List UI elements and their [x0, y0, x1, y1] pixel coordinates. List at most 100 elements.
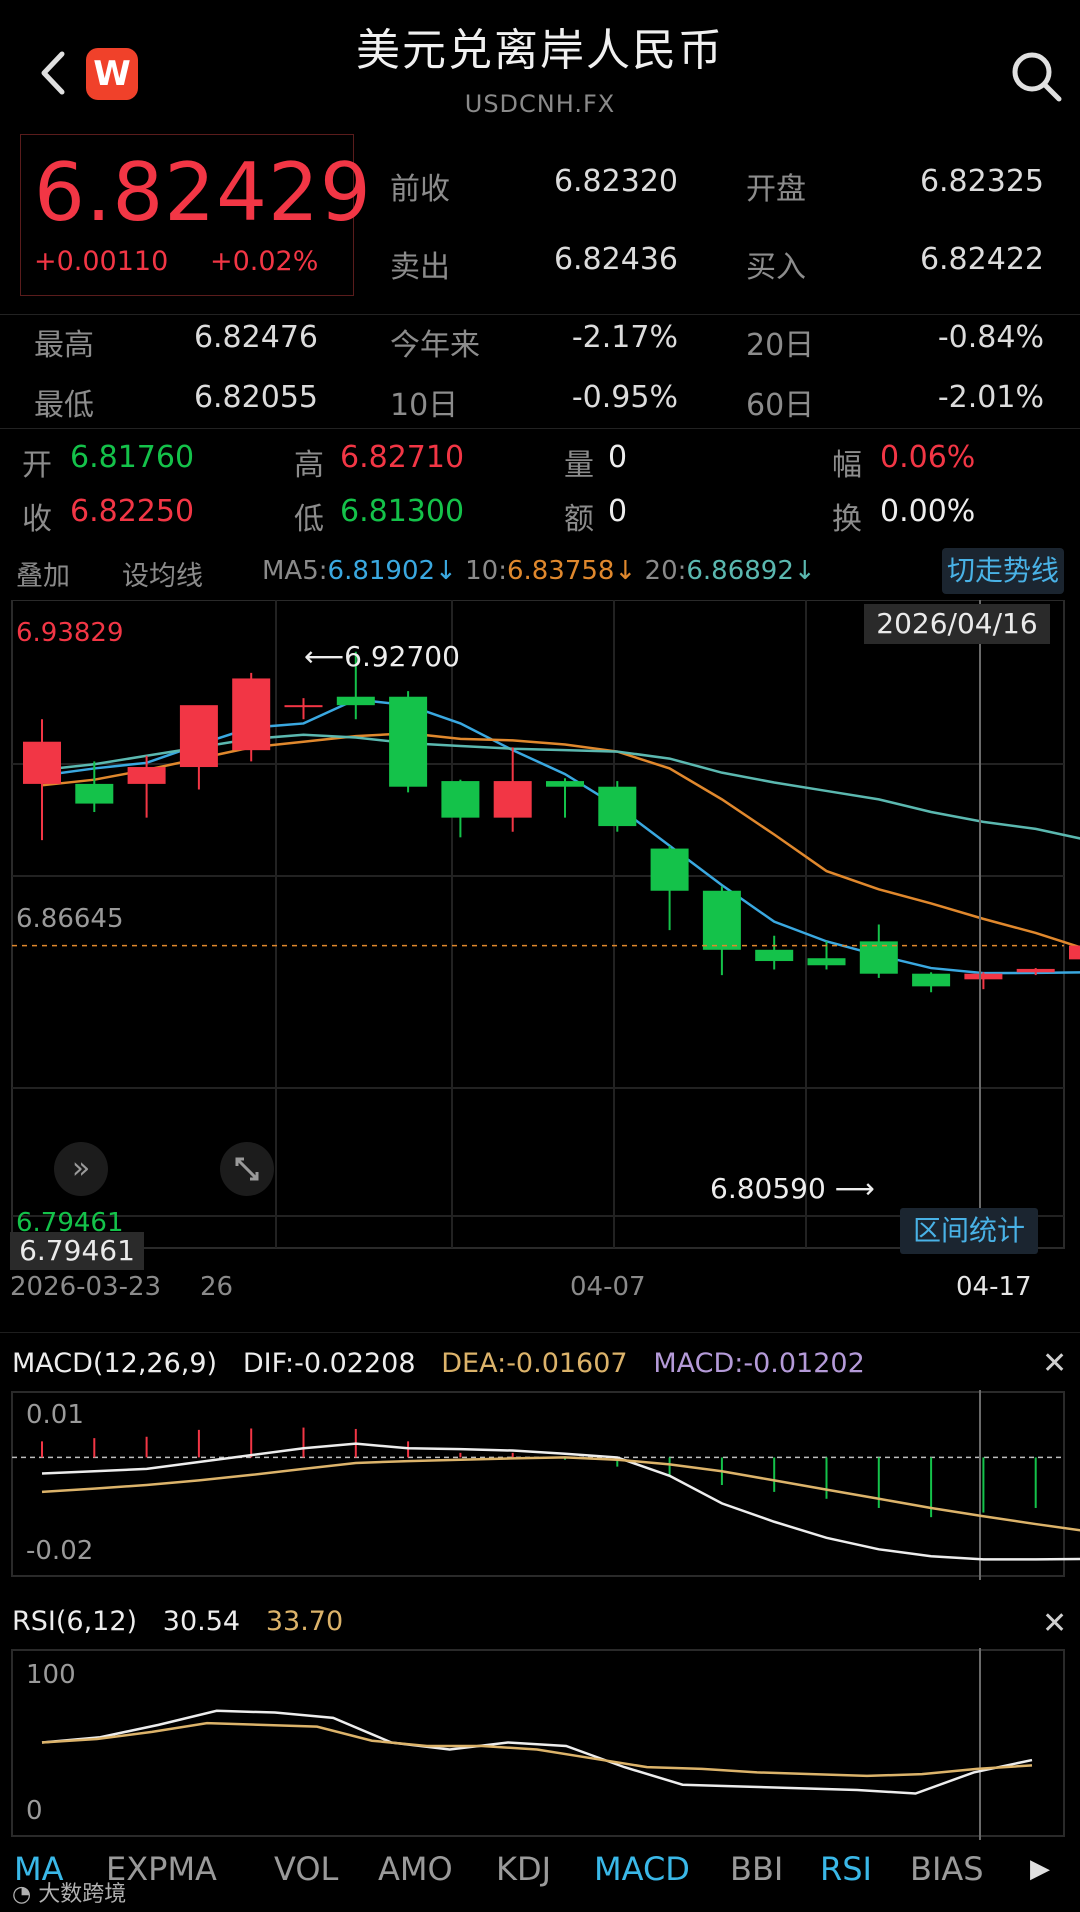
macd-legend: MACD(12,26,9) DIF:-0.02208 DEA:-0.01607 … — [12, 1348, 865, 1379]
rsi-border — [11, 1649, 1065, 1837]
macd-grid — [11, 1390, 1065, 1580]
ohlc-high-label: 高 — [294, 448, 324, 483]
d60-label: 60日 — [746, 388, 815, 423]
overlay-button[interactable]: 叠加 — [16, 554, 70, 593]
high-label: 最高 — [34, 328, 94, 363]
y-axis-top-label: 6.93829 — [16, 618, 124, 648]
range-stats-button[interactable]: 区间统计 — [900, 1208, 1038, 1254]
bid-value: 6.82422 — [919, 242, 1044, 277]
tab-macd[interactable]: MACD — [594, 1850, 690, 1888]
candle-body — [232, 678, 271, 751]
divider — [0, 428, 1080, 429]
ma-legend: MA5:6.81902↓ 10:6.83758↓ 20:6.86892↓ — [262, 556, 816, 586]
ohlc-open-value: 6.81760 — [70, 440, 195, 475]
close-rsi-icon[interactable]: ✕ — [1042, 1606, 1067, 1641]
fullscreen-icon[interactable] — [220, 1142, 274, 1196]
prev-close-label: 前收 — [390, 172, 450, 207]
ma5-value: 6.81902↓ — [327, 556, 457, 586]
close-macd-icon[interactable]: ✕ — [1042, 1346, 1067, 1381]
chart-grid — [11, 600, 1065, 1249]
macd-bars — [41, 1427, 1037, 1518]
candle-body — [702, 890, 741, 950]
candle-body — [1016, 968, 1055, 973]
price-change-pct: +0.02% — [210, 246, 319, 277]
divider — [0, 1332, 1080, 1333]
crosshair-date-tag: 2026/04/16 — [864, 604, 1050, 644]
open-label: 开盘 — [746, 172, 806, 207]
y-axis-mid-label: 6.86645 — [16, 904, 124, 934]
ohlc-amt-value: 0 — [608, 494, 628, 529]
last-price: 6.82429 — [34, 146, 372, 239]
candle-body — [441, 781, 480, 818]
ma20-label: 20: — [644, 556, 687, 586]
d20-label: 20日 — [746, 328, 815, 363]
x-axis-mid-date: 04-07 — [570, 1272, 646, 1302]
candle-body — [127, 767, 166, 784]
tab-rsi[interactable]: RSI — [820, 1850, 872, 1888]
d60-value: -2.01% — [937, 380, 1044, 415]
switch-trend-button[interactable]: 切走势线 — [942, 548, 1064, 594]
tab-vol[interactable]: VOL — [274, 1850, 338, 1888]
candle-body — [336, 696, 375, 706]
candle-body — [389, 696, 428, 787]
macd-dea: DEA:-0.01607 — [441, 1348, 628, 1379]
ohlc-turn-label: 换 — [832, 502, 862, 537]
rsi-y-bottom: 0 — [26, 1796, 43, 1826]
low-value: 6.82055 — [193, 380, 318, 415]
candle-body — [179, 705, 218, 768]
ohlc-amp-label: 幅 — [832, 448, 862, 483]
tab-bias[interactable]: BIAS — [910, 1850, 984, 1888]
macd-chart[interactable] — [0, 1390, 1080, 1580]
ma20-value: 6.86892↓ — [686, 556, 816, 586]
rsi-y-top: 100 — [26, 1660, 76, 1690]
macd-lines — [41, 1442, 1080, 1561]
ohlc-vol-value: 0 — [608, 440, 628, 475]
ma10-label: 10: — [465, 556, 507, 586]
set-ma-button[interactable]: 设均线 — [122, 554, 203, 593]
macd-value: MACD:-0.01202 — [653, 1348, 865, 1379]
min-price-value: 6.80590 — [710, 1172, 826, 1205]
ohlc-turn-value: 0.00% — [880, 494, 976, 529]
ohlc-high-value: 6.82710 — [340, 440, 465, 475]
tab-amo[interactable]: AMO — [378, 1850, 453, 1888]
candle-body — [912, 973, 951, 987]
bid-label: 买入 — [746, 250, 806, 285]
expand-sidebar-icon[interactable]: » — [54, 1142, 108, 1196]
macd-dif: DIF:-0.02208 — [242, 1348, 416, 1379]
ohlc-vol-label: 量 — [564, 448, 594, 483]
page-title: 美元兑离岸人民币 — [356, 25, 724, 76]
indicator-tabs: MA EXPMA VOL AMO KDJ MACD BBI RSI BIAS ▶ — [0, 1850, 1080, 1912]
ytd-label: 今年来 — [390, 328, 480, 363]
crosshair-price-tag: 6.79461 — [10, 1232, 144, 1270]
rsi-title: RSI(6,12) — [12, 1606, 138, 1637]
macd-y-top: 0.01 — [26, 1400, 84, 1430]
candlestick-chart[interactable] — [0, 600, 1080, 1280]
macd-line-DIF — [41, 1442, 1080, 1561]
candle-body — [284, 705, 323, 708]
watermark: ◔ 大数跨境 — [12, 1876, 126, 1908]
candle-body — [75, 783, 114, 804]
ma5-label: MA5: — [262, 556, 328, 586]
ohlc-low-label: 低 — [294, 502, 324, 537]
macd-title: MACD(12,26,9) — [12, 1348, 218, 1379]
chart-overlay — [12, 600, 1064, 1248]
rsi6-value: 30.54 — [162, 1606, 241, 1637]
x-axis-label-26: 26 — [200, 1272, 234, 1302]
rsi12-value: 33.70 — [265, 1606, 344, 1637]
candles — [23, 651, 1080, 993]
tab-bbi[interactable]: BBI — [730, 1850, 783, 1888]
d20-value: -0.84% — [937, 320, 1044, 355]
ohlc-close-value: 6.82250 — [70, 494, 195, 529]
rsi-chart[interactable] — [0, 1648, 1080, 1840]
search-icon[interactable] — [1008, 48, 1064, 104]
ytd-value: -2.17% — [571, 320, 678, 355]
d10-value: -0.95% — [571, 380, 678, 415]
more-tabs-icon[interactable]: ▶ — [1030, 1854, 1050, 1884]
ask-value: 6.82436 — [553, 242, 678, 277]
tab-kdj[interactable]: KDJ — [496, 1850, 551, 1888]
rsi-line-RSI12 — [41, 1721, 1033, 1778]
price-change: +0.00110 — [34, 246, 169, 277]
prev-close-value: 6.82320 — [553, 164, 678, 199]
x-axis-start-date: 2026-03-23 — [10, 1272, 162, 1302]
watermark-icon: ◔ — [12, 1882, 39, 1907]
